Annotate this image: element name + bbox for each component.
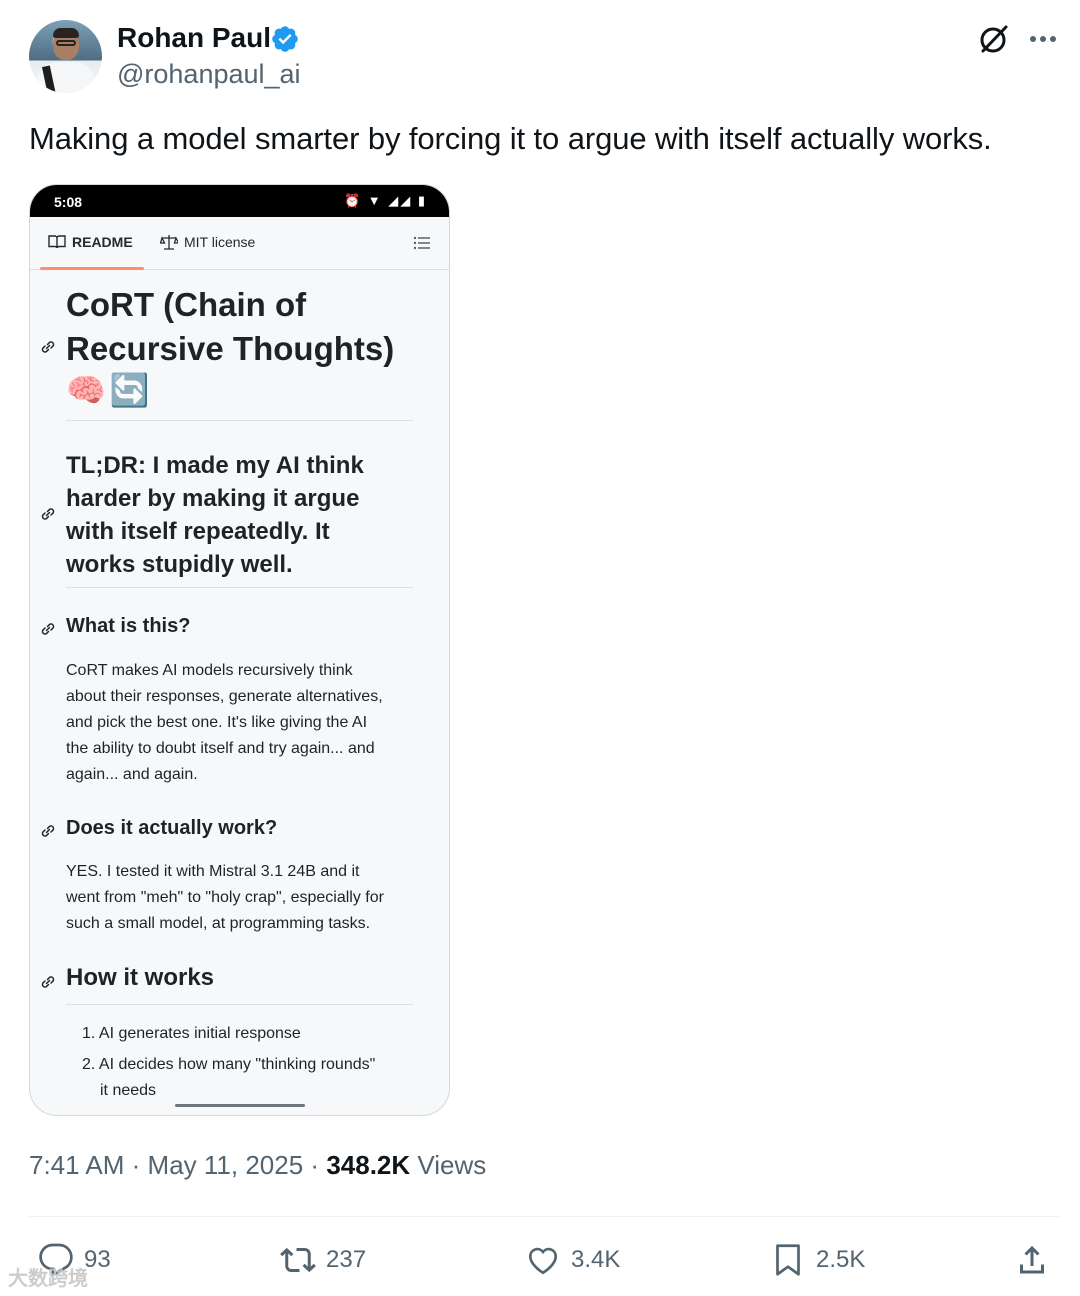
- tldr-line: harder by making it argue: [66, 485, 360, 512]
- tldr-line: with itself repeatedly. It: [66, 518, 330, 545]
- heart-icon: [528, 1247, 558, 1275]
- active-tab-indicator: [40, 267, 144, 270]
- section-heading-how: How it works: [66, 964, 215, 991]
- tweet-time[interactable]: 7:41 AM: [29, 1150, 124, 1180]
- tab-license-label: MIT license: [184, 234, 256, 250]
- list-item: 2. AI decides how many "thinking rounds": [82, 1056, 376, 1073]
- share-button[interactable]: [1014, 1240, 1050, 1280]
- views-count[interactable]: 348.2K: [326, 1150, 410, 1180]
- section-works-body: YES. I tested it with Mistral 3.1 24B an…: [66, 859, 416, 937]
- section-heading-works: Does it actually work?: [66, 817, 278, 839]
- bookmark-count: 2.5K: [816, 1246, 866, 1273]
- anchor-link-icon[interactable]: [39, 505, 57, 523]
- like-button[interactable]: 3.4K: [525, 1240, 620, 1280]
- body-line: the ability to doubt itself and try agai…: [66, 740, 375, 757]
- list-item: 1. AI generates initial response: [82, 1025, 301, 1042]
- tweet-text: Making a model smarter by forcing it to …: [29, 121, 992, 156]
- author-name[interactable]: Rohan Paul: [117, 22, 271, 54]
- body-line: went from "meh" to "holy crap", especial…: [66, 889, 384, 906]
- reply-count: 93: [84, 1246, 111, 1273]
- tweet-media-image[interactable]: 5:08 ⏰ ▼ ◢◢ ▮ README MIT license CoRT (C…: [29, 184, 450, 1116]
- retweet-button[interactable]: 237: [280, 1240, 366, 1280]
- tweet-meta: 7:41 AM · May 11, 2025 · 348.2K Views: [29, 1150, 486, 1181]
- views-label: Views: [417, 1150, 487, 1180]
- title-emoji: 🧠🔄: [66, 372, 154, 408]
- book-icon: [48, 235, 66, 249]
- watermark: 大数跨境: [8, 1268, 88, 1290]
- body-line: CoRT makes AI models recursively think: [66, 662, 353, 679]
- avatar-glasses: [56, 40, 76, 46]
- share-icon: [1020, 1245, 1044, 1274]
- grok-icon[interactable]: [977, 22, 1011, 56]
- author-handle[interactable]: @rohanpaul_ai: [117, 59, 301, 90]
- tab-readme[interactable]: README: [48, 234, 133, 250]
- divider: [66, 587, 413, 588]
- verified-badge-icon: [272, 26, 298, 52]
- list-icon[interactable]: [413, 235, 431, 251]
- readme-title: CoRT (Chain of Recursive Thoughts): [66, 283, 406, 371]
- tldr-line: works stupidly well.: [66, 551, 293, 578]
- tldr-heading: TL;DR: I made my AI think harder by maki…: [66, 449, 406, 581]
- anchor-link-icon[interactable]: [39, 973, 57, 991]
- status-time: 5:08: [54, 194, 83, 210]
- body-line: about their responses, generate alternat…: [66, 688, 383, 705]
- anchor-link-icon[interactable]: [39, 822, 57, 840]
- body-line: and pick the best one. It's like giving …: [66, 714, 368, 731]
- body-line: YES. I tested it with Mistral 3.1 24B an…: [66, 863, 360, 880]
- divider: [66, 1004, 413, 1005]
- tab-license[interactable]: MIT license: [160, 234, 255, 250]
- tab-readme-label: README: [72, 234, 133, 250]
- home-indicator: [175, 1104, 305, 1107]
- author-avatar[interactable]: [29, 20, 102, 93]
- anchor-link-icon[interactable]: [39, 338, 57, 356]
- section-heading-what: What is this?: [66, 615, 191, 637]
- retweet-count: 237: [326, 1246, 367, 1273]
- body-line: again... and again.: [66, 766, 198, 783]
- avatar-hair: [53, 28, 79, 38]
- tldr-line: TL;DR: I made my AI think: [66, 452, 364, 479]
- retweet-icon: [280, 1247, 316, 1273]
- readme-tabs: README MIT license: [30, 217, 449, 270]
- divider: [66, 420, 413, 421]
- tweet-date[interactable]: May 11, 2025: [148, 1150, 304, 1180]
- meta-separator: ·: [131, 1150, 141, 1180]
- list-item-continuation: it needs: [100, 1082, 157, 1099]
- more-icon[interactable]: [1026, 22, 1060, 56]
- readme-title-line2: Recursive Thoughts): [66, 330, 395, 367]
- bookmark-button[interactable]: 2.5K: [770, 1240, 865, 1280]
- meta-separator: ·: [310, 1150, 320, 1180]
- readme-title-line1: CoRT (Chain of: [66, 286, 307, 323]
- bookmark-icon: [776, 1244, 800, 1276]
- scale-icon: [160, 235, 178, 250]
- anchor-link-icon[interactable]: [39, 620, 57, 638]
- like-count: 3.4K: [571, 1246, 621, 1273]
- section-what-body: CoRT makes AI models recursively think a…: [66, 658, 416, 788]
- body-line: such a small model, at programming tasks…: [66, 915, 371, 932]
- divider: [29, 1216, 1060, 1217]
- status-icons: ⏰ ▼ ◢◢ ▮: [343, 193, 427, 208]
- phone-status-bar: 5:08 ⏰ ▼ ◢◢ ▮: [30, 185, 449, 217]
